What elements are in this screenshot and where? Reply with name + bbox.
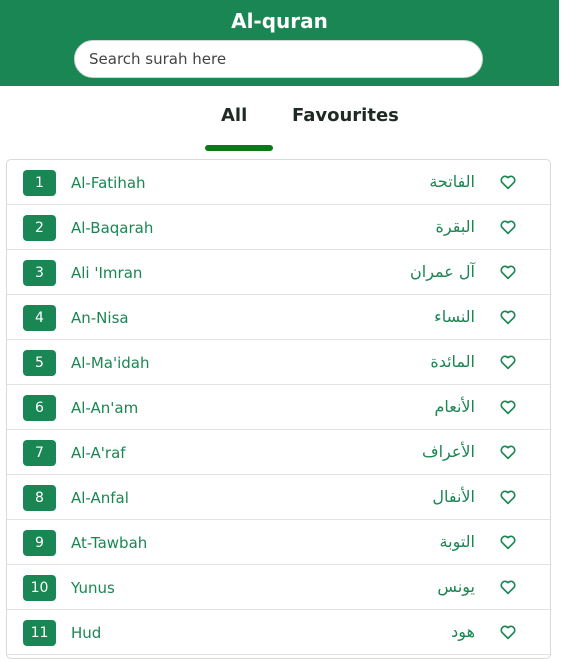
surah-number-badge: 1 [23,170,56,196]
surah-name: Yunus [71,579,115,597]
app-header: Al-quran [0,0,559,86]
tab-all[interactable]: All [221,103,247,129]
surah-name: Al-Fatihah [71,174,146,192]
surah-number-badge: 5 [23,350,56,376]
surah-arabic-name: البقرة [435,217,475,236]
surah-row-4[interactable]: 4 An-Nisa النساء [7,295,550,340]
surah-row-11[interactable]: 11 Hud هود [7,610,550,655]
heart-outline-icon[interactable] [499,218,517,236]
surah-number-badge: 4 [23,305,56,331]
surah-number-badge: 10 [23,575,56,601]
surah-number-badge: 3 [23,260,56,286]
surah-row-7[interactable]: 7 Al-A'raf الأعراف [7,430,550,475]
search-input[interactable] [74,40,483,78]
surah-name: Al-Ma'idah [71,354,150,372]
surah-arabic-name: الأنعام [434,397,475,416]
surah-name: Al-Baqarah [71,219,154,237]
surah-number-badge: 6 [23,395,56,421]
surah-arabic-name: الأعراف [422,442,475,461]
surah-name: Ali 'Imran [71,264,143,282]
surah-arabic-name: هود [451,622,475,641]
surah-row-3[interactable]: 3 Ali 'Imran آل عمران [7,250,550,295]
surah-number-badge: 7 [23,440,56,466]
surah-row-1[interactable]: 1 Al-Fatihah الفاتحة [7,160,550,205]
surah-name: An-Nisa [71,309,129,327]
surah-row-10[interactable]: 10 Yunus يونس [7,565,550,610]
surah-row-9[interactable]: 9 At-Tawbah التوبة [7,520,550,565]
surah-name: At-Tawbah [71,534,148,552]
surah-row-2[interactable]: 2 Al-Baqarah البقرة [7,205,550,250]
surah-name: Hud [71,624,102,642]
heart-outline-icon[interactable] [499,173,517,191]
surah-arabic-name: الفاتحة [429,172,475,191]
heart-outline-icon[interactable] [499,623,517,641]
surah-arabic-name: يونس [437,577,475,596]
heart-outline-icon[interactable] [499,578,517,596]
heart-outline-icon[interactable] [499,398,517,416]
surah-arabic-name: المائدة [430,352,475,371]
heart-outline-icon[interactable] [499,263,517,281]
surah-name: Al-A'raf [71,444,126,462]
surah-name: Al-Anfal [71,489,129,507]
surah-number-badge: 2 [23,215,56,241]
app-title: Al-quran [231,9,328,33]
surah-list: 1 Al-Fatihah الفاتحة 2 Al-Baqarah البقرة… [6,159,551,659]
surah-row-6[interactable]: 6 Al-An'am الأنعام [7,385,550,430]
surah-number-badge: 8 [23,485,56,511]
surah-number-badge: 9 [23,530,56,556]
surah-arabic-name: النساء [434,307,475,326]
heart-outline-icon[interactable] [499,533,517,551]
surah-arabic-name: آل عمران [410,262,475,281]
active-tab-indicator [205,145,273,151]
surah-row-8[interactable]: 8 Al-Anfal الأنفال [7,475,550,520]
heart-outline-icon[interactable] [499,308,517,326]
heart-outline-icon[interactable] [499,443,517,461]
heart-outline-icon[interactable] [499,353,517,371]
surah-number-badge: 11 [23,620,56,646]
surah-row-5[interactable]: 5 Al-Ma'idah المائدة [7,340,550,385]
surah-arabic-name: الأنفال [432,487,475,506]
tab-favourites[interactable]: Favourites [292,103,399,129]
surah-arabic-name: التوبة [439,532,475,551]
surah-name: Al-An'am [71,399,139,417]
heart-outline-icon[interactable] [499,488,517,506]
